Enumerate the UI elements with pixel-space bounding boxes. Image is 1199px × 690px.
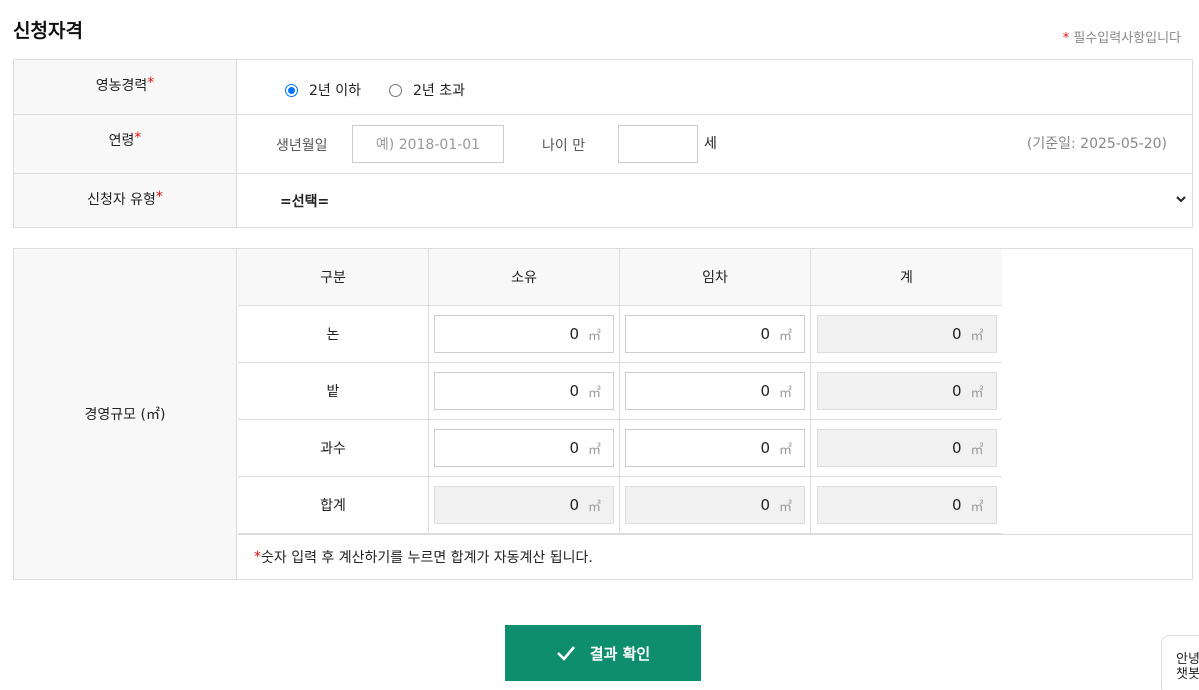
scale-label: 경영규모 (㎡)	[14, 249, 237, 579]
select-value: =선택=	[280, 193, 330, 210]
row-name: 합계	[238, 477, 429, 533]
age-cell: 생년월일 예) 2018-01-01 나이 만 세 (기준일: 2025-05-…	[237, 115, 1192, 173]
note-star: *	[254, 549, 261, 565]
required-star: *	[134, 130, 142, 146]
rent-input[interactable]: 0 ㎡	[625, 315, 805, 353]
value: 0	[569, 382, 579, 400]
experience-label-text: 영농경력	[95, 78, 148, 94]
radio-2yr-over[interactable]: 2년 초과	[389, 80, 465, 100]
required-star: *	[155, 189, 163, 205]
unit: ㎡	[970, 442, 984, 458]
row-name: 밭	[238, 363, 429, 419]
age-label: 연령 *	[14, 115, 237, 173]
header-rent: 임차	[620, 249, 811, 305]
applicant-type-label-text: 신청자 유형	[87, 192, 156, 208]
confirm-label: 결과 확인	[589, 644, 651, 663]
table-row: 논 0 ㎡ 0 ㎡ 0 ㎡	[238, 306, 1002, 363]
value: 0	[569, 325, 579, 343]
radio-2yr-under[interactable]: 2년 이하	[285, 80, 361, 100]
value: 0	[569, 439, 579, 457]
age-input[interactable]	[618, 125, 698, 163]
rent-input[interactable]: 0 ㎡	[625, 429, 805, 467]
own-input[interactable]: 0 ㎡	[434, 315, 614, 353]
value: 0	[760, 439, 770, 457]
own-sum-readonly: 0 ㎡	[434, 486, 614, 524]
unit: ㎡	[970, 499, 984, 515]
scale-header-row: 구분 소유 임차 계	[238, 249, 1002, 306]
row-name: 논	[238, 306, 429, 362]
age-unit: 세	[704, 136, 717, 152]
total-readonly: 0 ㎡	[816, 315, 997, 353]
total-sum-readonly: 0 ㎡	[816, 486, 997, 524]
unit: ㎡	[778, 499, 792, 515]
experience-label: 영농경력 *	[14, 60, 237, 114]
header-own: 소유	[429, 249, 620, 305]
unit: ㎡	[778, 442, 792, 458]
check-icon	[556, 646, 575, 661]
required-note: * 필수입력사항입니다	[1063, 27, 1181, 46]
own-input[interactable]: 0 ㎡	[434, 429, 614, 467]
calc-note-text: 숫자 입력 후 계산하기를 누르면 합계가 자동계산 됩니다.	[261, 550, 593, 566]
applicant-type-row: 신청자 유형 * =선택=	[14, 174, 1192, 227]
age-row: 연령 * 생년월일 예) 2018-01-01 나이 만 세 (기준일: 2025…	[14, 115, 1192, 174]
value: 0	[951, 382, 962, 400]
chatbot-widget[interactable]: 안녕 챗봇	[1161, 635, 1199, 690]
applicant-type-cell: =선택=	[237, 174, 1192, 227]
value: 0	[760, 382, 770, 400]
radio-button[interactable]	[285, 83, 298, 97]
experience-row: 영농경력 * 2년 이하 2년 초과	[14, 60, 1192, 115]
chevron-down-icon	[1176, 196, 1186, 203]
scale-grid: 구분 소유 임차 계 논 0 ㎡ 0 ㎡ 0 ㎡ 밭 0 ㎡ 0 ㎡ 0 ㎡ 과수 0 ㎡ 0…	[238, 249, 1002, 534]
radio-button[interactable]	[389, 83, 402, 97]
qualification-form: 영농경력 * 2년 이하 2년 초과 연령 * 생년월일 예) 2018-01-01…	[13, 59, 1193, 228]
value: 0	[569, 496, 579, 514]
rent-sum-readonly: 0 ㎡	[625, 486, 805, 524]
applicant-type-label: 신청자 유형 *	[14, 174, 237, 227]
page-title: 신청자격	[13, 20, 83, 42]
unit: ㎡	[587, 385, 601, 401]
row-name: 과수	[238, 420, 429, 476]
total-readonly: 0 ㎡	[816, 372, 997, 410]
value: 0	[760, 496, 770, 514]
own-input[interactable]: 0 ㎡	[434, 372, 614, 410]
required-star: *	[1062, 31, 1070, 46]
table-row: 과수 0 ㎡ 0 ㎡ 0 ㎡	[238, 420, 1002, 477]
unit: ㎡	[587, 442, 601, 458]
value: 0	[760, 325, 770, 343]
unit: ㎡	[587, 499, 601, 515]
value: 0	[951, 325, 962, 343]
farm-scale-table: 경영규모 (㎡) 구분 소유 임차 계 논 0 ㎡ 0 ㎡ 0 ㎡ 밭 0 ㎡ 0 ㎡ 0…	[13, 248, 1193, 580]
radio-label: 2년 이하	[309, 83, 361, 99]
header-total: 계	[811, 249, 1002, 305]
chatbot-line2: 챗봇	[1176, 667, 1199, 682]
unit: ㎡	[970, 385, 984, 401]
total-readonly: 0 ㎡	[816, 429, 997, 467]
experience-radio-group: 2년 이하 2년 초과	[285, 80, 493, 100]
unit: ㎡	[970, 328, 984, 344]
required-note-text: 필수입력사항입니다	[1073, 31, 1181, 46]
unit: ㎡	[778, 385, 792, 401]
table-row: 밭 0 ㎡ 0 ㎡ 0 ㎡	[238, 363, 1002, 420]
confirm-result-button[interactable]: 결과 확인	[505, 625, 701, 681]
value: 0	[951, 439, 962, 457]
base-date: (기준일: 2025-05-20)	[1026, 136, 1167, 152]
required-star: *	[147, 75, 155, 91]
chatbot-line1: 안녕	[1176, 652, 1199, 667]
rent-input[interactable]: 0 ㎡	[625, 372, 805, 410]
radio-label: 2년 초과	[413, 83, 465, 99]
age-label-text: 연령	[108, 133, 135, 149]
calc-note: * 숫자 입력 후 계산하기를 누르면 합계가 자동계산 됩니다.	[238, 534, 1192, 579]
experience-cell: 2년 이하 2년 초과	[237, 60, 1192, 114]
table-row: 합계 0 ㎡ 0 ㎡ 0 ㎡	[238, 477, 1002, 534]
unit: ㎡	[587, 328, 601, 344]
value: 0	[951, 496, 962, 514]
birthdate-input[interactable]: 예) 2018-01-01	[352, 125, 504, 163]
applicant-type-select[interactable]: =선택=	[237, 174, 1192, 227]
header-category: 구분	[238, 249, 429, 305]
birth-label: 생년월일	[276, 138, 328, 154]
age-prefix-label: 나이 만	[542, 138, 586, 154]
unit: ㎡	[778, 328, 792, 344]
